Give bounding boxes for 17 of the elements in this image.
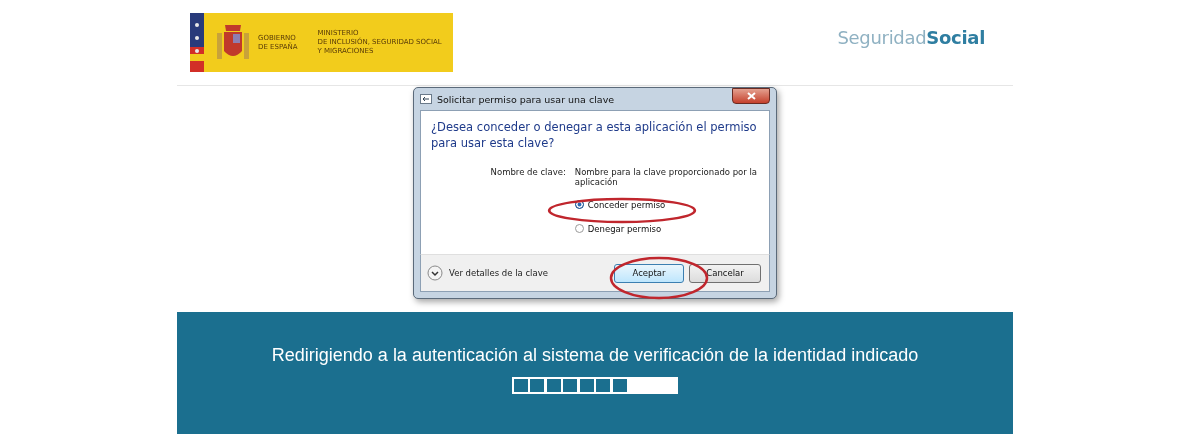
key-name-label: Nombre de clave:	[489, 167, 567, 180]
redirect-message: Redirigiendo a la autenticación al sistema de verificación de la identidad indicado	[271, 345, 919, 366]
radio-button[interactable]	[574, 200, 584, 210]
flag-band-icon	[190, 13, 204, 72]
window-icon	[420, 94, 432, 104]
radio-label[interactable]: Denegar permiso	[587, 223, 662, 234]
brand-logo: SeguridadSocial	[837, 27, 985, 48]
accept-button[interactable]: Aceptar	[614, 263, 684, 283]
cancel-button[interactable]: Cancelar	[689, 263, 761, 283]
radio-button[interactable]	[574, 224, 584, 234]
close-icon	[746, 92, 756, 100]
key-name-value: Nombre para la clave proporcionado por la aplicación	[574, 167, 759, 188]
dialog-question: ¿Desea conceder o denegar a esta aplicación el permiso para usar esta clave?	[431, 120, 758, 152]
close-button[interactable]	[732, 88, 770, 104]
details-toggle[interactable]: Ver detalles de la clave	[427, 265, 548, 281]
window-title: Solicitar permiso para usar una clave	[437, 93, 616, 105]
chevron-down-icon	[427, 265, 443, 281]
